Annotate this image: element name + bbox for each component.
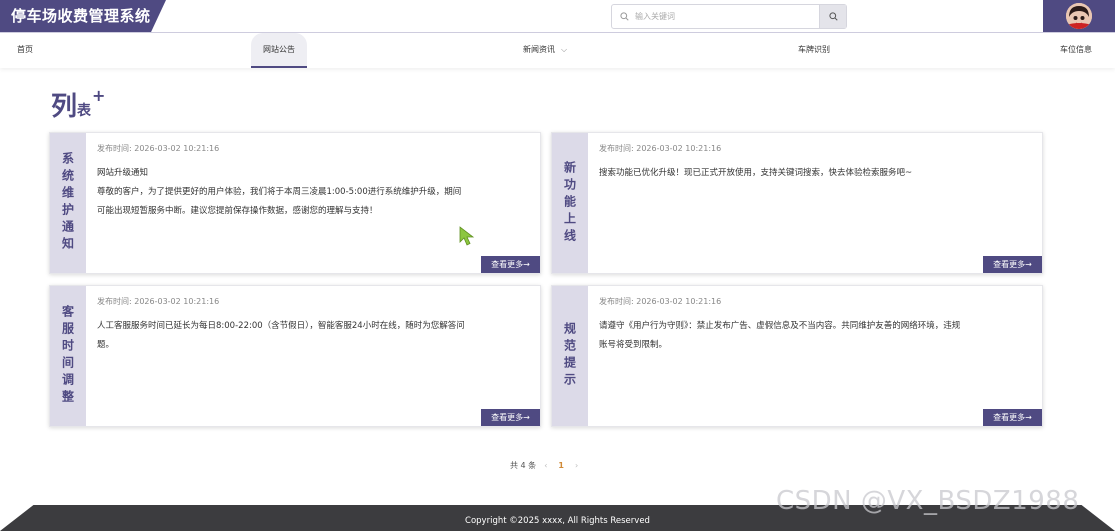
page-number[interactable]: 1 xyxy=(558,461,564,470)
card-category: 新功能上线 xyxy=(552,133,588,273)
publish-time: 发布时间: 2026-03-02 10:21:16 xyxy=(97,144,220,153)
card-content: 网站升级通知 尊敬的客户，为了提供更好的用户体验，我们将于本周三凌晨1:00-5… xyxy=(97,168,462,216)
nav-home[interactable]: 首页 xyxy=(17,33,33,68)
view-more-button[interactable]: 查看更多→ xyxy=(481,409,540,426)
avatar[interactable] xyxy=(1066,3,1092,29)
card-category: 系统维护通知 xyxy=(50,133,86,273)
nav-plate-recognition[interactable]: 车牌识别 xyxy=(798,33,830,68)
announcement-card[interactable]: 客服时间调整 发布时间: 2026-03-02 10:21:16 人工客服服务时… xyxy=(49,285,541,427)
announcement-card[interactable]: 新功能上线 发布时间: 2026-03-02 10:21:16 搜索功能已优化升… xyxy=(551,132,1043,274)
avatar-image xyxy=(1066,3,1092,29)
nav-news-label: 新闻资讯 xyxy=(523,45,555,54)
chevron-down-icon: ⌵ xyxy=(561,45,568,54)
search-icon xyxy=(620,12,629,21)
header: 停车场收费管理系统 xyxy=(0,0,1115,33)
publish-time: 发布时间: 2026-03-02 10:21:16 xyxy=(599,144,722,153)
publish-time: 发布时间: 2026-03-02 10:21:16 xyxy=(97,297,220,306)
pagination: 共 4 条 ‹ 1 › xyxy=(510,460,586,471)
prev-page-button[interactable]: ‹ xyxy=(544,461,547,470)
next-page-button[interactable]: › xyxy=(575,461,578,470)
card-content: 搜索功能已优化升级！现已正式开放使用，支持关键词搜索，快去体验检索服务吧~ xyxy=(599,168,913,178)
search-button[interactable] xyxy=(819,5,846,28)
publish-time: 发布时间: 2026-03-02 10:21:16 xyxy=(599,297,722,306)
watermark: CSDN @VX_BSDZ1988 xyxy=(776,486,1080,516)
card-content: 人工客服服务时间已延长为每日8:00-22:00（含节假日），智能客服24小时在… xyxy=(97,321,465,350)
announcement-card[interactable]: 规范提示 发布时间: 2026-03-02 10:21:16 请遵守《用户行为守… xyxy=(551,285,1043,427)
search-icon xyxy=(828,12,838,21)
page-title: 列表+ xyxy=(51,86,106,122)
total-count: 共 4 条 xyxy=(510,461,537,470)
announcement-card[interactable]: 系统维护通知 发布时间: 2026-03-02 10:21:16 网站升级通知 … xyxy=(49,132,541,274)
view-more-button[interactable]: 查看更多→ xyxy=(983,256,1042,273)
nav-announcements[interactable]: 网站公告 xyxy=(251,33,307,68)
search-input[interactable] xyxy=(635,12,815,21)
app-title[interactable]: 停车场收费管理系统 xyxy=(0,0,166,32)
main-nav: 首页 网站公告 新闻资讯 ⌵ 车牌识别 车位信息 xyxy=(0,33,1115,68)
cursor-icon xyxy=(459,226,475,246)
card-category: 客服时间调整 xyxy=(50,286,86,426)
view-more-button[interactable]: 查看更多→ xyxy=(481,256,540,273)
nav-news[interactable]: 新闻资讯 ⌵ xyxy=(523,33,567,68)
copyright-text: Copyright ©2025 xxxx, All Rights Reserve… xyxy=(465,516,650,526)
nav-parking-spaces[interactable]: 车位信息 xyxy=(1060,33,1092,68)
card-category: 规范提示 xyxy=(552,286,588,426)
search-box xyxy=(611,4,847,29)
card-content: 请遵守《用户行为守则》：禁止发布广告、虚假信息及不当内容。共同维护友善的网络环境… xyxy=(599,321,961,350)
view-more-button[interactable]: 查看更多→ xyxy=(983,409,1042,426)
user-menu[interactable] xyxy=(1043,0,1115,32)
